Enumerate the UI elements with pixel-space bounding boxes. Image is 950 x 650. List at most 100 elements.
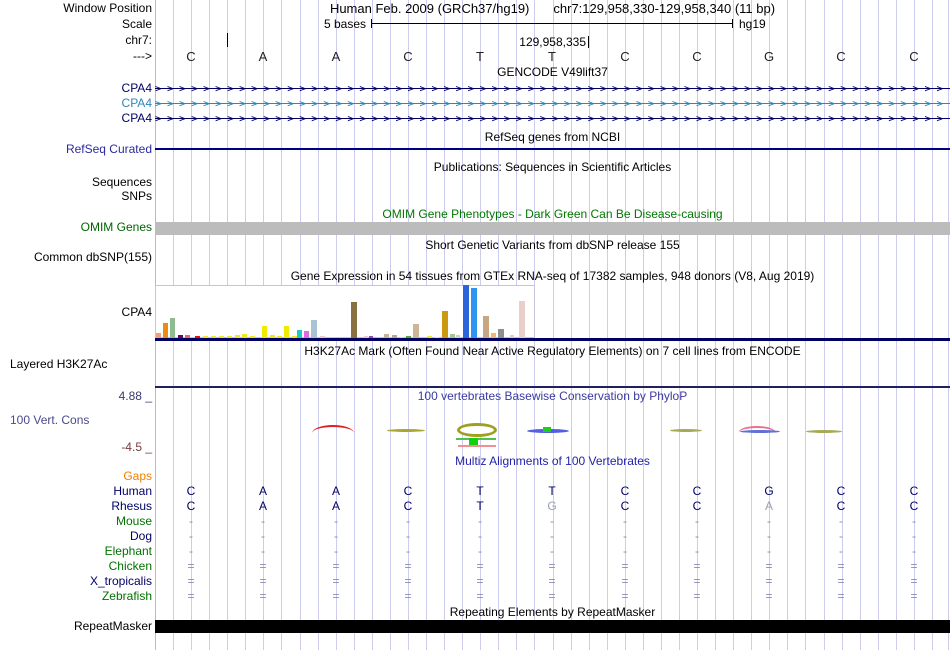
position-range: chr7:129,958,330-129,958,340 (11 bp) — [553, 1, 776, 16]
gtex-bar[interactable] — [163, 323, 168, 338]
multiz-cell: G — [764, 484, 774, 498]
multiz-cell: = — [404, 559, 412, 573]
multiz-cell: - — [406, 529, 410, 543]
multiz-cell: C — [620, 484, 630, 498]
multiz-cell: - — [839, 544, 843, 558]
multiz-cell: - — [839, 514, 843, 528]
sequences-label: Sequences — [91, 175, 152, 189]
layered-h3k27ac-label: Layered H3K27Ac — [10, 357, 108, 371]
multiz-cell: C — [620, 499, 630, 513]
multiz-cell: = — [621, 559, 629, 573]
multiz-cell: = — [187, 559, 195, 573]
multiz-cell: G — [547, 499, 557, 513]
transcript-arrows[interactable]: >>>>>>>>>>>>>>>>>>>>>>>>>>>>>>>>>>>>>>>>… — [155, 112, 950, 125]
gtex-bar[interactable] — [498, 329, 504, 338]
transcript-arrows[interactable]: >>>>>>>>>>>>>>>>>>>>>>>>>>>>>>>>>>>>>>>>… — [155, 82, 950, 95]
multiz-cell: - — [912, 514, 916, 528]
multiz-cell: - — [912, 544, 916, 558]
multiz-species-label: X_tropicalis — [89, 574, 152, 588]
refseq-track-title: RefSeq genes from NCBI — [484, 130, 621, 144]
gtex-bar[interactable] — [284, 326, 289, 338]
phylop-mark — [740, 430, 780, 433]
gtex-bar[interactable] — [304, 331, 309, 338]
transcript-arrows[interactable]: >>>>>>>>>>>>>>>>>>>>>>>>>>>>>>>>>>>>>>>>… — [155, 97, 950, 110]
phylop-mark — [806, 430, 842, 433]
gtex-bar[interactable] — [463, 285, 469, 338]
multiz-cell: - — [261, 544, 265, 558]
gtex-bar[interactable] — [170, 318, 175, 338]
multiz-cell: = — [837, 574, 845, 588]
gtex-bar[interactable] — [442, 311, 448, 338]
scale-label: Scale — [121, 17, 152, 31]
gtex-bar[interactable] — [351, 302, 357, 338]
multiz-cell: = — [476, 574, 484, 588]
multiz-cell: C — [403, 484, 413, 498]
multiz-cell: - — [261, 514, 265, 528]
phylop-mark — [670, 429, 702, 432]
multiz-cell: - — [623, 529, 627, 543]
multiz-cell: = — [765, 574, 773, 588]
multiz-species-label: Human — [113, 484, 152, 498]
gtex-bar[interactable] — [471, 288, 477, 338]
scale-bar — [371, 19, 733, 28]
multiz-cell: = — [910, 559, 918, 573]
multiz-cell: = — [332, 559, 340, 573]
refseq-gene-line[interactable] — [155, 148, 950, 150]
gtex-baseline — [155, 338, 950, 341]
multiz-cell: - — [550, 514, 554, 528]
multiz-cell: - — [334, 544, 338, 558]
transcript-chevrons: >>>>>>>>>>>>>>>>>>>>>>>>>>>>>>>>>>>>>>>>… — [155, 112, 949, 125]
multiz-cell: T — [548, 484, 556, 498]
strand-direction-label: ---> — [133, 49, 152, 63]
phylop-min-label: -4.5 _ — [121, 440, 152, 454]
multiz-cell: = — [332, 574, 340, 588]
multiz-cell: = — [332, 589, 340, 603]
sequence-base: C — [692, 49, 702, 64]
phylop-track-title: 100 vertebrates Basewise Conservation by… — [417, 389, 688, 403]
multiz-cell: = — [621, 574, 629, 588]
transcript-chevrons: >>>>>>>>>>>>>>>>>>>>>>>>>>>>>>>>>>>>>>>>… — [155, 82, 949, 95]
multiz-cell: C — [692, 484, 702, 498]
sequence-base: C — [403, 49, 413, 64]
multiz-cell: C — [836, 499, 846, 513]
gtex-bar[interactable] — [413, 324, 419, 338]
gencode-track-title: GENCODE V49lift37 — [497, 65, 608, 79]
multiz-cell: = — [693, 589, 701, 603]
ucsc-genome-browser-view[interactable]: Window Position Human Feb. 2009 (GRCh37/… — [0, 0, 950, 650]
multiz-cell: - — [550, 529, 554, 543]
multiz-track-title: Multiz Alignments of 100 Vertebrates — [455, 454, 650, 468]
transcript-label: CPA4 — [121, 96, 152, 110]
multiz-cell: - — [695, 529, 699, 543]
gtex-bar[interactable] — [297, 330, 302, 338]
omim-gene-bar[interactable] — [155, 222, 950, 235]
scale-bar-line — [372, 23, 732, 24]
gtex-chart-box[interactable] — [155, 285, 535, 338]
gtex-bar[interactable] — [311, 320, 317, 338]
sequence-base: T — [476, 49, 484, 64]
multiz-species-label: Elephant — [104, 544, 152, 558]
repeatmasker-track-title: Repeating Elements by RepeatMasker — [449, 605, 656, 619]
vert-cons-label: 100 Vert. Cons — [10, 413, 90, 427]
publications-track-title: Publications: Sequences in Scientific Ar… — [433, 160, 672, 174]
omim-genes-label: OMIM Genes — [80, 220, 152, 234]
gtex-bar[interactable] — [519, 301, 525, 338]
chrom-label: chr7: — [125, 33, 152, 47]
multiz-cell: C — [692, 499, 702, 513]
gtex-bar[interactable] — [483, 316, 489, 338]
h3k27ac-track-bottom-line — [155, 386, 950, 388]
repeatmasker-element-bar[interactable] — [155, 620, 950, 633]
window-position-label: Window Position — [63, 1, 152, 15]
refseq-curated-label: RefSeq Curated — [65, 142, 152, 156]
multiz-cell: C — [909, 484, 919, 498]
multiz-cell: - — [695, 544, 699, 558]
multiz-cell: = — [187, 589, 195, 603]
repeatmasker-label: RepeatMasker — [73, 619, 152, 633]
scale-value: 5 bases — [323, 17, 366, 31]
multiz-cell: A — [258, 499, 267, 513]
multiz-cell: - — [550, 544, 554, 558]
multiz-cell: - — [334, 514, 338, 528]
multiz-cell: - — [189, 514, 193, 528]
multiz-cell: C — [186, 484, 196, 498]
assembly-title: Human Feb. 2009 (GRCh37/hg19) — [329, 1, 530, 16]
gtex-bar[interactable] — [262, 326, 267, 338]
